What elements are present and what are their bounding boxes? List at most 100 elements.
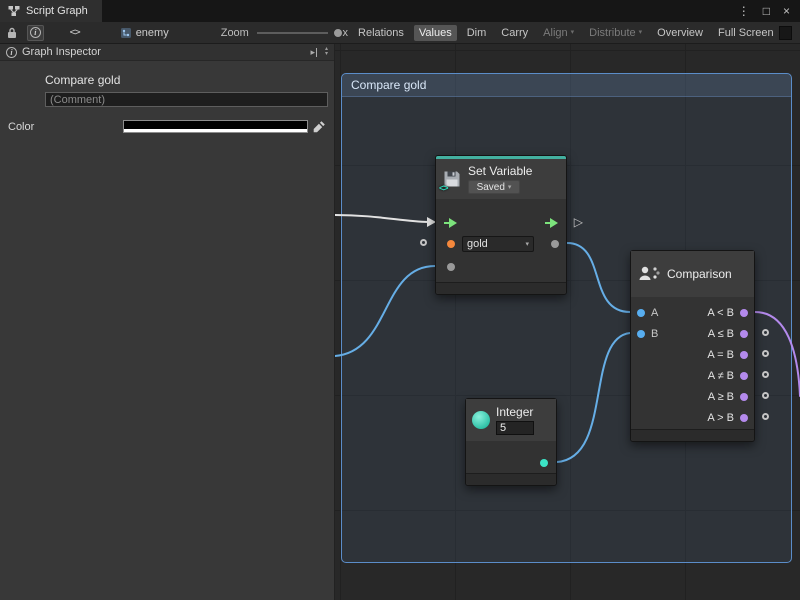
panel-scroll-arrows[interactable]: ▴ ▾: [325, 47, 328, 57]
integer-value-input[interactable]: 5: [496, 421, 534, 435]
input-port-a[interactable]: [637, 309, 645, 317]
unconnected-output-port[interactable]: [762, 350, 769, 357]
align-label: Align: [543, 27, 567, 39]
output-label: A < B: [707, 307, 734, 320]
zoom-label: Zoom: [221, 27, 249, 39]
group-header[interactable]: Compare gold: [342, 74, 791, 97]
output-label: A = B: [707, 349, 734, 362]
window-maximize-button[interactable]: □: [763, 4, 770, 18]
align-dropdown[interactable]: Align ▾: [538, 25, 579, 41]
eyedropper-icon[interactable]: [313, 120, 326, 133]
tab-script-graph[interactable]: Script Graph: [0, 0, 102, 22]
output-port-a-lt-b[interactable]: [740, 309, 748, 317]
window-controls: ⋮ □ ×: [728, 0, 800, 22]
output-label: A ≤ B: [708, 328, 734, 341]
output-label: A > B: [707, 412, 734, 425]
caret-down-icon: ▾: [525, 241, 529, 248]
node-title: Comparison: [667, 267, 732, 281]
node-comparison[interactable]: Comparison A A < B B A ≤ B A = B A ≠ B: [630, 250, 755, 442]
output-port-a-gte-b[interactable]: [740, 393, 748, 401]
node-title: Integer: [496, 405, 534, 419]
values-button[interactable]: Values: [414, 25, 457, 41]
flow-out-unconnected-port[interactable]: ▷: [574, 216, 583, 229]
node-set-variable[interactable]: <> Set Variable Saved ▾ ▷ gold ▾: [435, 155, 567, 295]
flow-in-port[interactable]: [444, 218, 457, 228]
color-swatch[interactable]: [123, 120, 308, 133]
variable-scope-value: Saved: [477, 182, 505, 193]
window-close-button[interactable]: ×: [783, 4, 790, 18]
variable-name-port[interactable]: [447, 240, 455, 248]
window-titlebar: Script Graph ⋮ □ ×: [0, 0, 800, 22]
integer-header[interactable]: Integer 5: [466, 399, 556, 441]
comparison-row: A = B: [631, 345, 754, 366]
graph-canvas[interactable]: Compare gold <> Set Variable Saved ▾: [335, 44, 800, 600]
comparison-header[interactable]: Comparison: [631, 251, 754, 297]
comparison-icon: [637, 264, 661, 284]
integer-body: [466, 441, 556, 473]
info-icon: i: [6, 47, 17, 58]
set-variable-footer: [436, 282, 566, 294]
relations-button[interactable]: Relations: [353, 25, 409, 41]
set-variable-header[interactable]: <> Set Variable Saved ▾: [436, 159, 566, 199]
dock-panel-icon[interactable]: ▸: [310, 47, 317, 58]
alpha-bar: [124, 129, 307, 132]
comparison-row: B A ≤ B: [631, 324, 754, 345]
inspector-header-title: Graph Inspector: [22, 46, 101, 58]
comparison-rows: A A < B B A ≤ B A = B A ≠ B A ≥ B: [631, 297, 754, 429]
dock-arrow: ▸: [310, 47, 315, 58]
graph-asset-icon: [120, 27, 132, 39]
integer-output-port[interactable]: [540, 459, 548, 467]
output-port-a-eq-b[interactable]: [740, 351, 748, 359]
unconnected-output-port[interactable]: [762, 413, 769, 420]
caret-down-icon[interactable]: ▾: [325, 52, 328, 57]
graph-title: Compare gold: [45, 73, 334, 87]
node-title: Set Variable: [468, 164, 532, 178]
input-port-b[interactable]: [637, 330, 645, 338]
lock-icon[interactable]: [7, 27, 17, 39]
comparison-row: A A < B: [631, 303, 754, 324]
integer-icon: [472, 411, 490, 429]
value-input-port[interactable]: [447, 263, 455, 271]
unconnected-output-port[interactable]: [762, 329, 769, 336]
value-output-port[interactable]: [551, 240, 559, 248]
inspector-header: i Graph Inspector ▸ ▴ ▾: [0, 44, 334, 61]
group-title: Compare gold: [351, 78, 426, 92]
inspector-toggle-button[interactable]: i: [27, 25, 44, 41]
comparison-row: A ≠ B: [631, 366, 754, 387]
full-screen-button[interactable]: Full Screen: [713, 25, 779, 41]
unconnected-output-port[interactable]: [762, 392, 769, 399]
unconnected-name-port[interactable]: [420, 239, 427, 246]
graph-asset-button[interactable]: enemy: [120, 27, 169, 39]
carry-button[interactable]: Carry: [496, 25, 533, 41]
color-label: Color: [8, 121, 123, 133]
input-label-a: A: [651, 307, 658, 320]
tab-title: Script Graph: [26, 5, 88, 17]
comparison-row: A > B: [631, 408, 754, 429]
output-port-a-lte-b[interactable]: [740, 330, 748, 338]
comment-input[interactable]: [45, 92, 328, 107]
toolbar-overflow-button[interactable]: [779, 26, 792, 40]
overview-button[interactable]: Overview: [652, 25, 708, 41]
output-port-a-gt-b[interactable]: [740, 414, 748, 422]
graph-toolbar: i <> enemy Zoom 1x Relations Values Dim …: [0, 22, 800, 44]
graph-asset-name: enemy: [136, 27, 169, 39]
unconnected-output-port[interactable]: [762, 371, 769, 378]
caret-down-icon: ▾: [571, 29, 575, 36]
caret-down-icon: ▾: [639, 29, 643, 36]
output-label: A ≥ B: [708, 391, 734, 404]
output-label: A ≠ B: [708, 370, 734, 383]
output-port-a-neq-b[interactable]: [740, 372, 748, 380]
color-field-row: Color: [0, 120, 334, 133]
zoom-slider[interactable]: [257, 32, 329, 34]
dim-button[interactable]: Dim: [462, 25, 492, 41]
distribute-dropdown[interactable]: Distribute ▾: [584, 25, 647, 41]
comparison-row: A ≥ B: [631, 387, 754, 408]
window-menu-button[interactable]: ⋮: [738, 4, 750, 18]
variable-scope-dropdown[interactable]: Saved ▾: [468, 180, 520, 194]
node-integer[interactable]: Integer 5: [465, 398, 557, 486]
zoom-slider-handle[interactable]: [333, 28, 343, 38]
code-badge-icon: <>: [439, 183, 448, 193]
code-view-button[interactable]: <>: [70, 27, 80, 38]
flow-out-port[interactable]: [545, 218, 558, 228]
variable-name-dropdown[interactable]: gold ▾: [462, 236, 534, 252]
